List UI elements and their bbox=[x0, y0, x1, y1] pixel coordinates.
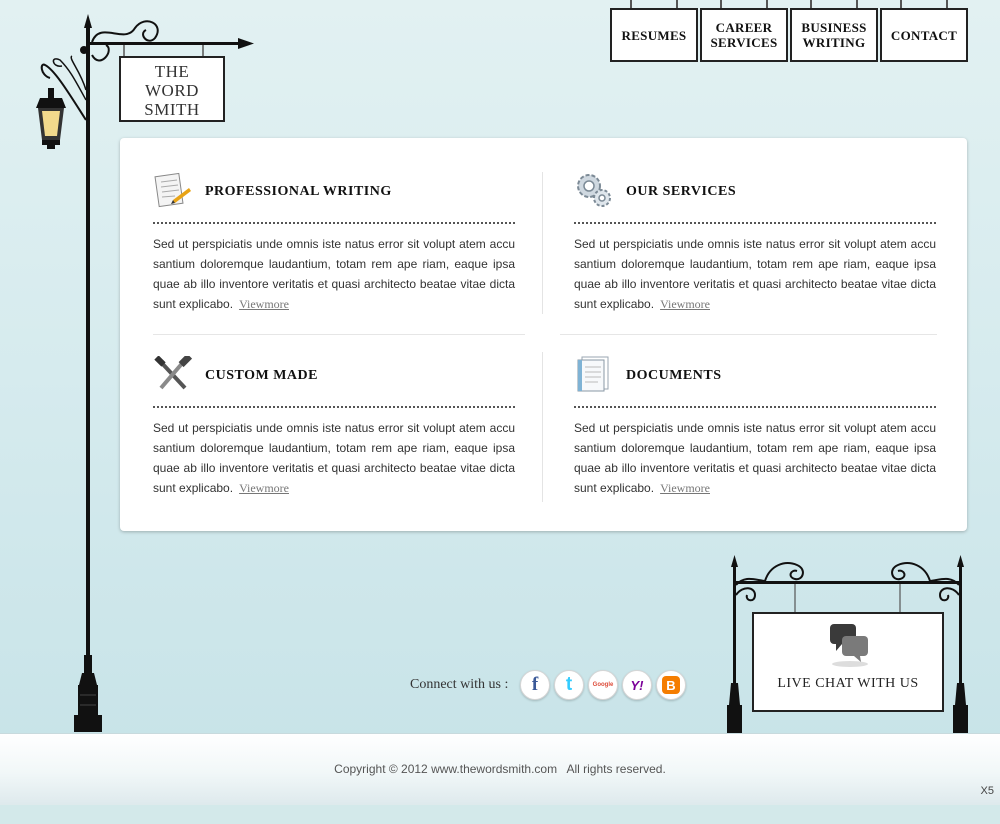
facebook-icon[interactable]: f bbox=[520, 670, 550, 700]
footer: Copyright © 2012 www.thewordsmith.com Al… bbox=[0, 733, 1000, 806]
panel-title: DOCUMENTS bbox=[626, 368, 722, 383]
yahoo-icon[interactable]: Y! bbox=[622, 670, 652, 700]
nav-label: CAREER SERVICES bbox=[710, 20, 778, 50]
logo-line: WORD bbox=[145, 81, 199, 100]
twitter-icon[interactable]: t bbox=[554, 670, 584, 700]
panel-documents: DOCUMENTS Sed ut perspiciatis unde omnis… bbox=[574, 356, 936, 498]
live-chat-label: LIVE CHAT WITH US bbox=[777, 676, 919, 691]
sign-hook bbox=[946, 0, 948, 8]
footer-badge: X5 bbox=[980, 785, 994, 797]
logo-line: SMITH bbox=[144, 100, 200, 119]
documents-icon bbox=[577, 356, 609, 392]
blogger-icon[interactable]: B bbox=[656, 670, 686, 700]
column-divider bbox=[542, 172, 543, 314]
sign-hook bbox=[720, 0, 722, 8]
nav-contact[interactable]: CONTACT bbox=[880, 8, 968, 62]
panel-text: Sed ut perspiciatis unde omnis iste natu… bbox=[574, 421, 936, 495]
nav-label: BUSINESS WRITING bbox=[801, 20, 867, 50]
panel-our-services: OUR SERVICES Sed ut perspiciatis unde om… bbox=[574, 172, 936, 314]
nav-label: RESUMES bbox=[621, 27, 687, 43]
panel-custom-made: CUSTOM MADE Sed ut perspiciatis unde omn… bbox=[153, 356, 515, 498]
dotted-rule bbox=[574, 406, 936, 408]
sign-hook bbox=[900, 0, 902, 8]
dotted-rule bbox=[153, 222, 515, 224]
social-glyph: Y! bbox=[630, 677, 644, 693]
notepad-pencil-icon bbox=[154, 172, 191, 208]
blogger-badge: B bbox=[662, 676, 680, 694]
panel-body: Sed ut perspiciatis unde omnis iste natu… bbox=[153, 234, 515, 314]
panel-title: OUR SERVICES bbox=[626, 184, 737, 199]
panel-body: Sed ut perspiciatis unde omnis iste natu… bbox=[153, 418, 515, 498]
chat-bubbles-icon bbox=[830, 624, 868, 667]
viewmore-link[interactable]: Viewmore bbox=[660, 297, 710, 311]
panel-body: Sed ut perspiciatis unde omnis iste natu… bbox=[574, 234, 936, 314]
sign-hook bbox=[630, 0, 632, 8]
social-glyph: Google bbox=[592, 682, 614, 688]
gears-icon bbox=[577, 174, 611, 207]
nav-label: CONTACT bbox=[890, 27, 958, 43]
panel-text: Sed ut perspiciatis unde omnis iste natu… bbox=[574, 237, 936, 311]
nav-business-writing[interactable]: BUSINESS WRITING bbox=[790, 8, 878, 62]
row-divider bbox=[153, 334, 525, 335]
connect-label: Connect with us : bbox=[410, 677, 509, 692]
social-glyph: f bbox=[531, 674, 539, 695]
dotted-rule bbox=[574, 222, 936, 224]
nav-resumes[interactable]: RESUMES bbox=[610, 8, 698, 62]
logo-line: THE bbox=[154, 62, 190, 81]
viewmore-link[interactable]: Viewmore bbox=[660, 481, 710, 495]
google-icon[interactable]: Google bbox=[588, 670, 618, 700]
nav-career-services[interactable]: CAREER SERVICES bbox=[700, 8, 788, 62]
logo-sign[interactable]: THE WORD SMITH bbox=[119, 56, 225, 122]
content-card: PROFESSIONAL WRITING Sed ut perspiciatis… bbox=[120, 138, 967, 531]
panel-title: CUSTOM MADE bbox=[205, 368, 318, 383]
viewmore-link[interactable]: Viewmore bbox=[239, 481, 289, 495]
panel-body: Sed ut perspiciatis unde omnis iste natu… bbox=[574, 418, 936, 498]
panel-professional-writing: PROFESSIONAL WRITING Sed ut perspiciatis… bbox=[153, 172, 515, 314]
social-glyph: B bbox=[666, 677, 676, 693]
sign-hook bbox=[810, 0, 812, 8]
sign-hook bbox=[766, 0, 768, 8]
copyright-text: Copyright © 2012 www.thewordsmith.com Al… bbox=[334, 762, 666, 776]
sign-hook bbox=[676, 0, 678, 8]
viewmore-link[interactable]: Viewmore bbox=[239, 297, 289, 311]
footer-bottom-band bbox=[0, 805, 1000, 824]
sign-hook bbox=[856, 0, 858, 8]
panel-title: PROFESSIONAL WRITING bbox=[205, 184, 392, 199]
social-glyph: t bbox=[565, 674, 573, 695]
panel-text: Sed ut perspiciatis unde omnis iste natu… bbox=[153, 237, 515, 311]
live-chat-button[interactable]: LIVE CHAT WITH US bbox=[752, 612, 944, 712]
tools-icon bbox=[154, 356, 193, 390]
dotted-rule bbox=[153, 406, 515, 408]
panel-text: Sed ut perspiciatis unde omnis iste natu… bbox=[153, 421, 515, 495]
column-divider bbox=[542, 352, 543, 502]
row-divider bbox=[560, 334, 937, 335]
top-navigation: RESUMES CAREER SERVICES BUSINESS WRITING… bbox=[610, 0, 970, 64]
